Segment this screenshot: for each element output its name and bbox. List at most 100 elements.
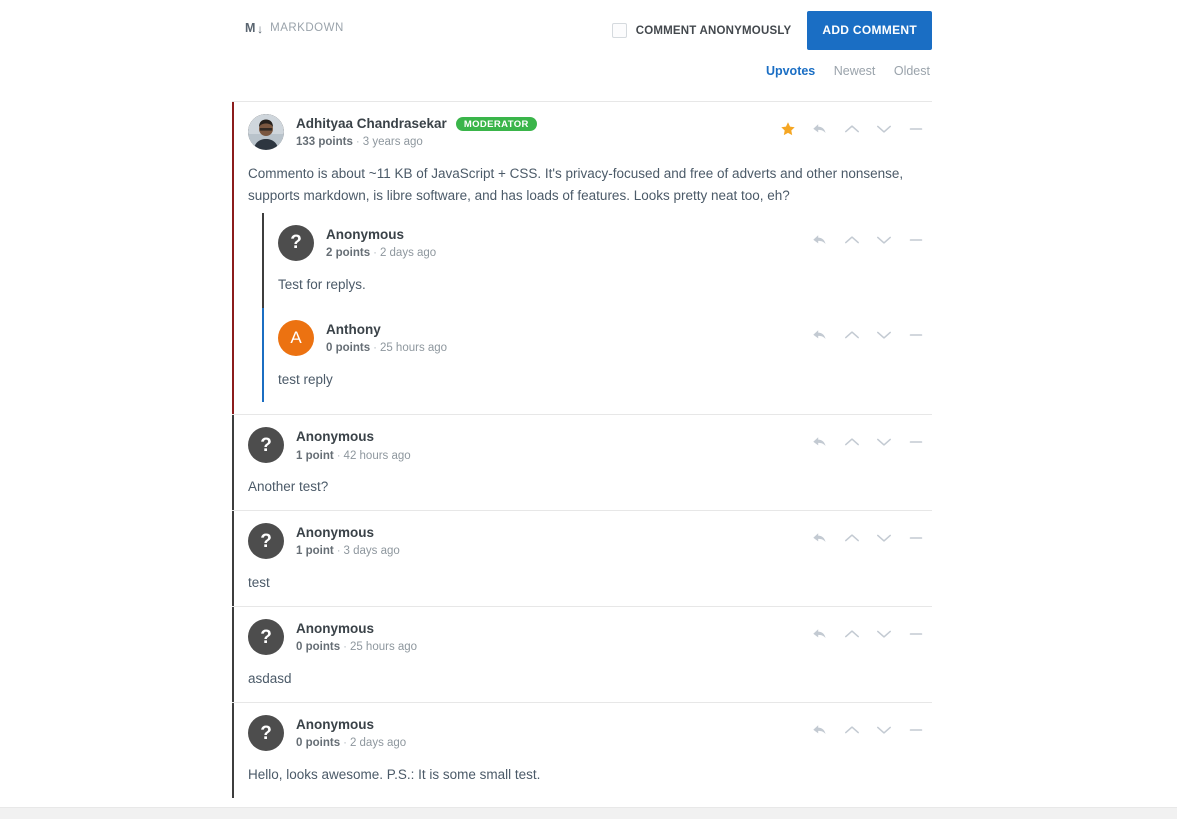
avatar-anonymous-mark: ?	[260, 530, 272, 552]
comment-submeta: 1 point · 3 days ago	[296, 545, 400, 559]
comment-meta: Anthony 0 points · 25 hours ago	[326, 320, 447, 356]
comment-timestamp: 3 days ago	[343, 545, 400, 558]
comment-anonymously-control[interactable]: COMMENT ANONYMOUSLY	[611, 23, 792, 38]
upvote-icon[interactable]	[836, 324, 868, 346]
markdown-hint[interactable]: M ↓ MARKDOWN	[245, 21, 344, 36]
comment: ? Anonymous 1 point · 3 days ago test	[232, 511, 932, 607]
sort-newest[interactable]: Newest	[834, 64, 876, 78]
comment: ? Anonymous 1 point · 42 hours ago Another te…	[232, 415, 932, 511]
avatar-anonymous-mark: ?	[260, 722, 272, 744]
meta-separator: ·	[336, 545, 341, 558]
comment-actions	[804, 623, 932, 645]
comment-author-row: Anonymous	[326, 227, 436, 243]
comment-points: 133 points	[296, 136, 353, 149]
comment-author: Anonymous	[296, 621, 375, 637]
reply-icon[interactable]	[804, 623, 836, 645]
comment-author: Anthony	[326, 321, 381, 337]
sort-options: Upvotes Newest Oldest	[232, 62, 932, 89]
comment-points: 1 point	[296, 545, 334, 558]
comment-body: Hello, looks awesome. P.S.: It is some s…	[248, 767, 541, 783]
avatar: ?	[248, 715, 284, 752]
comment-anonymously-checkbox[interactable]	[611, 23, 627, 38]
comment-actions	[804, 719, 932, 741]
star-icon[interactable]	[772, 118, 804, 140]
downvote-icon[interactable]	[868, 229, 900, 251]
upvote-icon[interactable]	[836, 229, 868, 251]
collapse-icon[interactable]	[900, 719, 932, 741]
comment-timestamp: 25 hours ago	[379, 341, 448, 354]
comment-body: asdasd	[248, 671, 292, 687]
comment-submeta: 0 points · 25 hours ago	[326, 342, 447, 356]
sort-oldest[interactable]: Oldest	[894, 64, 930, 78]
comment-meta: Adhityaa Chandrasekar MODERATOR 133 points…	[296, 114, 537, 150]
avatar: ?	[248, 523, 284, 560]
downvote-icon[interactable]	[868, 324, 900, 346]
meta-separator: ·	[343, 737, 347, 750]
upvote-icon[interactable]	[836, 719, 868, 741]
avatar: ?	[278, 224, 314, 261]
comment-author-row: Adhityaa Chandrasekar MODERATOR	[296, 116, 537, 132]
avatar	[248, 114, 284, 150]
comment-points: 0 points	[296, 641, 341, 654]
comment-header: ? Anonymous 1 point · 42 hours ago	[248, 427, 932, 465]
reply-icon[interactable]	[804, 527, 836, 549]
horizontal-scrollbar[interactable]	[0, 807, 1177, 819]
reply-icon[interactable]	[804, 431, 836, 453]
comment-timestamp: 25 hours ago	[349, 641, 418, 654]
collapse-icon[interactable]	[900, 229, 932, 251]
comment-timestamp: 42 hours ago	[343, 449, 411, 462]
toolbar-actions: COMMENT ANONYMOUSLY ADD COMMENT	[611, 11, 932, 50]
reply-icon[interactable]	[804, 719, 836, 741]
comment: Adhityaa Chandrasekar MODERATOR 133 points…	[232, 102, 932, 415]
comment-header: A Anthony 0 points · 25 hours ago	[278, 319, 932, 358]
avatar: ?	[248, 427, 284, 464]
comment-submeta: 1 point · 42 hours ago	[296, 450, 411, 464]
comment-author: Adhityaa Chandrasekar	[296, 116, 447, 131]
upvote-icon[interactable]	[836, 118, 868, 140]
comment-points: 1 point	[296, 449, 334, 462]
collapse-icon[interactable]	[900, 118, 932, 140]
downvote-icon[interactable]	[868, 431, 900, 453]
upvote-icon[interactable]	[836, 527, 868, 549]
comment-actions	[804, 431, 932, 453]
upvote-icon[interactable]	[836, 623, 868, 645]
collapse-icon[interactable]	[900, 324, 932, 346]
comment-actions	[804, 229, 932, 251]
comment-header: ? Anonymous 1 point · 3 days ago	[248, 523, 932, 561]
commento-widget: M ↓ MARKDOWN COMMENT ANONYMOUSLY ADD COM…	[232, 0, 932, 798]
comment-author: Anonymous	[326, 226, 405, 242]
avatar-initial: A	[290, 328, 302, 348]
meta-separator: ·	[373, 341, 377, 354]
comment-card: ? Anonymous 0 points · 2 days ago Hello, look…	[232, 702, 932, 798]
reply-icon[interactable]	[804, 118, 836, 140]
sort-upvotes[interactable]: Upvotes	[766, 64, 815, 78]
comment-author-row: Anonymous	[296, 621, 417, 637]
comment-author-row: Anonymous	[296, 429, 411, 445]
comment-author-row: Anonymous	[296, 717, 406, 733]
reply-icon[interactable]	[804, 324, 836, 346]
collapse-icon[interactable]	[900, 623, 932, 645]
comment-submeta: 133 points · 3 years ago	[296, 136, 537, 150]
avatar: ?	[248, 619, 284, 656]
reply-icon[interactable]	[804, 229, 836, 251]
meta-separator: ·	[373, 246, 377, 259]
avatar-anonymous-mark: ?	[260, 626, 272, 648]
downvote-icon[interactable]	[868, 118, 900, 140]
comment: ? Anonymous 0 points · 25 hours ago asdasd	[232, 607, 932, 703]
downvote-icon[interactable]	[868, 527, 900, 549]
comment-meta: Anonymous 0 points · 25 hours ago	[296, 619, 417, 655]
add-comment-button[interactable]: ADD COMMENT	[807, 11, 932, 50]
markdown-m-icon: M	[245, 21, 256, 35]
markdown-label: MARKDOWN	[270, 22, 344, 34]
comment-header: Adhityaa Chandrasekar MODERATOR 133 points…	[248, 114, 932, 152]
comment-timestamp: 2 days ago	[379, 246, 437, 259]
collapse-icon[interactable]	[900, 431, 932, 453]
collapse-icon[interactable]	[900, 527, 932, 549]
downvote-icon[interactable]	[868, 623, 900, 645]
upvote-icon[interactable]	[836, 431, 868, 453]
comment-submeta: 0 points · 25 hours ago	[296, 641, 417, 655]
comment-body: Commento is about ~11 KB of JavaScript +…	[248, 166, 904, 203]
comment-card: Adhityaa Chandrasekar MODERATOR 133 points…	[232, 101, 932, 415]
comment-card: ? Anonymous 1 point · 3 days ago test	[232, 510, 932, 607]
downvote-icon[interactable]	[868, 719, 900, 741]
